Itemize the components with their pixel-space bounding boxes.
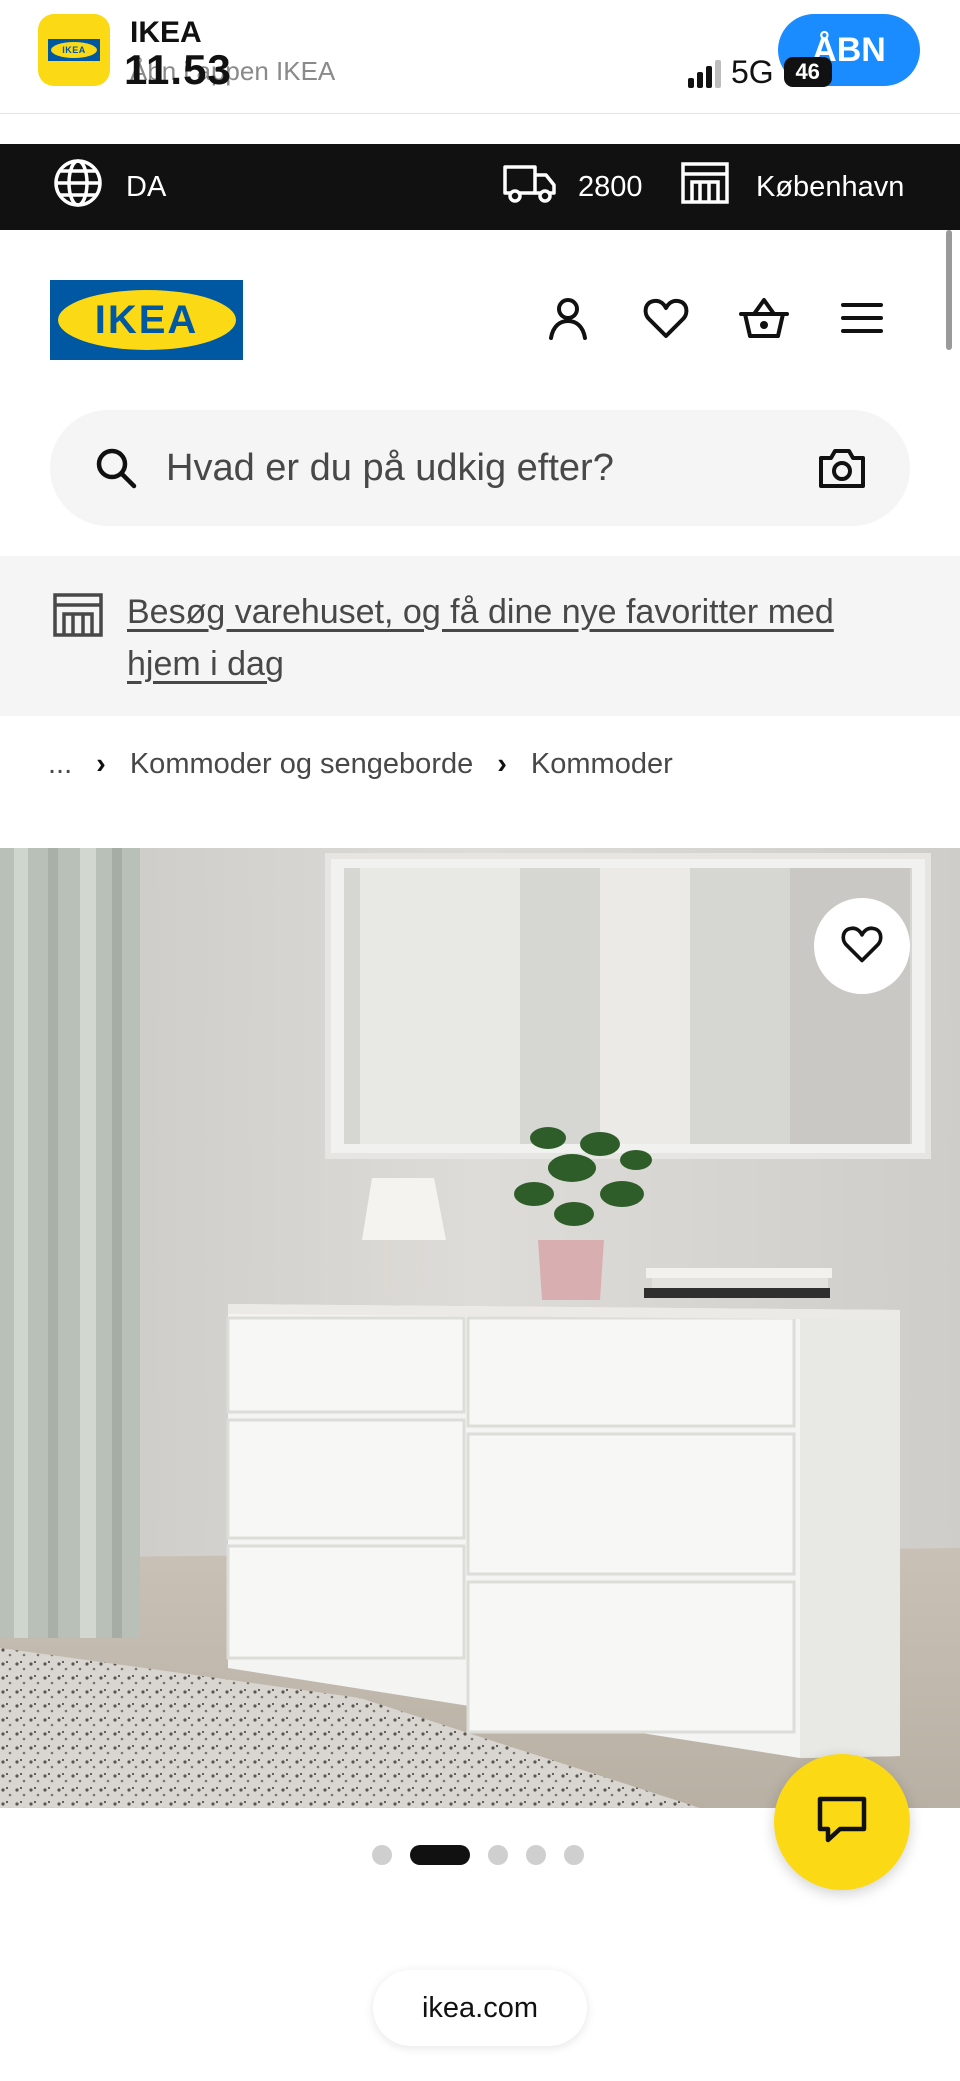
smart-app-banner: IKEA IKEA Åbn i appen IKEA 11.53 ÅBN 5G …	[0, 0, 960, 114]
top-utility-bar: DA 2800 København	[0, 144, 960, 230]
logo-oval: IKEA	[57, 290, 236, 350]
ikea-logo-icon: IKEA	[48, 39, 100, 61]
store-label: København	[756, 170, 905, 203]
add-to-favorites-button[interactable]	[814, 898, 910, 994]
chevron-right-icon: ›	[497, 748, 507, 780]
breadcrumb: ... › Kommoder og sengeborde › Kommoder	[48, 748, 673, 781]
heart-icon	[840, 922, 884, 971]
heart-icon[interactable]	[638, 290, 694, 346]
signal-strength-icon	[688, 56, 721, 88]
language-selector[interactable]: DA	[52, 144, 166, 230]
shopping-basket-icon[interactable]	[736, 290, 792, 346]
ikea-app-icon[interactable]: IKEA	[38, 14, 110, 86]
ikea-logo[interactable]: IKEA	[50, 280, 243, 360]
app-icon-logo-text: IKEA	[51, 42, 97, 58]
search-icon	[94, 446, 138, 495]
carousel-pagination	[372, 1845, 584, 1865]
breadcrumb-ellipsis[interactable]: ...	[48, 748, 72, 781]
language-label: DA	[126, 170, 167, 203]
chat-bubble-icon	[816, 1795, 868, 1850]
store-selector[interactable]: København	[680, 144, 904, 230]
carousel-dot[interactable]	[488, 1845, 508, 1865]
account-icon[interactable]	[540, 290, 596, 346]
network-type: 5G	[731, 53, 774, 90]
camera-search-icon[interactable]	[818, 446, 866, 495]
breadcrumb-item-dressers-nightstands[interactable]: Kommoder og sengeborde	[130, 748, 473, 781]
carousel-dot[interactable]	[372, 1845, 392, 1865]
search-input[interactable]: Hvad er du på udkig efter?	[166, 410, 614, 526]
chat-button[interactable]	[774, 1754, 910, 1890]
store-visit-promo: Besøg varehuset, og få dine nye favoritt…	[0, 556, 960, 716]
menu-icon[interactable]	[834, 290, 890, 346]
battery-indicator: 46	[783, 57, 832, 87]
breadcrumb-item-dressers[interactable]: Kommoder	[531, 748, 673, 781]
page-scrollbar[interactable]	[946, 230, 952, 350]
carousel-dot[interactable]	[526, 1845, 546, 1865]
chevron-right-icon: ›	[96, 748, 106, 780]
browser-url-bar[interactable]: ikea.com	[373, 1970, 587, 2046]
logo-text: IKEA	[94, 297, 199, 342]
delivery-postal-code[interactable]: 2800	[502, 144, 643, 230]
app-name: IKEA	[130, 16, 202, 49]
globe-icon	[52, 157, 104, 217]
store-icon	[680, 161, 730, 213]
search-bar[interactable]: Hvad er du på udkig efter?	[50, 410, 910, 526]
status-indicators: 5G 46	[688, 52, 832, 92]
postal-code-label: 2800	[578, 170, 643, 203]
carousel-dot[interactable]	[564, 1845, 584, 1865]
store-icon	[52, 592, 104, 643]
product-image[interactable]	[0, 848, 960, 1808]
status-time: 11.53	[124, 46, 232, 93]
truck-icon	[502, 161, 558, 213]
carousel-dot-active[interactable]	[410, 1845, 470, 1865]
store-visit-link[interactable]: Besøg varehuset, og få dine nye favoritt…	[127, 586, 907, 690]
